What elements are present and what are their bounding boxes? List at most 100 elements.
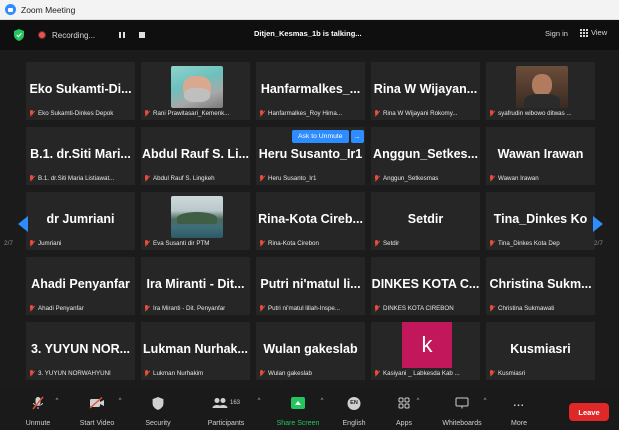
- participant-tile[interactable]: Tina_Dinkes Ko Tina_Dinkes Kota Dep: [485, 191, 596, 251]
- share-screen-label: Share Screen: [276, 420, 320, 427]
- muted-mic-icon: [144, 305, 150, 312]
- muted-mic-icon: [489, 305, 495, 312]
- meeting-controls: Unmute ^ Start Video ^ Security 163 Part…: [0, 386, 619, 430]
- participants-icon: 163: [212, 396, 240, 410]
- participant-name: Wawan Irawan: [498, 175, 539, 182]
- apps-label: Apps: [396, 420, 412, 427]
- recording-indicator: Recording...: [38, 27, 146, 43]
- more-button[interactable]: ... More: [500, 386, 538, 430]
- shield-icon: [152, 396, 164, 410]
- participant-video: [516, 66, 568, 108]
- participant-tile[interactable]: Setdir Setdir: [370, 191, 481, 251]
- participant-name: Rani Prawitasari_Kemenk...: [153, 110, 230, 117]
- participant-display-name: Eko Sukamti-Di...: [29, 82, 132, 96]
- mic-muted-icon: [32, 396, 44, 410]
- participant-display-name: Rina W Wijayan...: [373, 82, 478, 96]
- active-speaker-label: Ditjen_Kesmas_1b is talking...: [254, 29, 362, 38]
- security-shield-icon[interactable]: [14, 29, 24, 41]
- muted-mic-icon: [144, 110, 150, 117]
- participant-tile[interactable]: Lukman Nurhak... Lukman Nurhakim: [140, 321, 251, 381]
- view-label: View: [591, 28, 608, 37]
- participant-display-name: Tina_Dinkes Ko: [493, 212, 588, 226]
- muted-mic-icon: [374, 370, 380, 377]
- participant-tile[interactable]: B.1. dr.Siti Mari... B.1. dr.Siti Maria …: [25, 126, 136, 186]
- participant-name: Christina Sukmawati: [498, 305, 555, 312]
- page-indicator-left: 2/7: [4, 240, 14, 247]
- muted-mic-icon: [374, 110, 380, 117]
- muted-mic-icon: [144, 175, 150, 182]
- whiteboards-label: Whiteboards: [442, 420, 482, 427]
- participant-tile[interactable]: Wawan Irawan Wawan Irawan: [485, 126, 596, 186]
- participant-tile[interactable]: DINKES KOTA C... DINKES KOTA CIREBON: [370, 256, 481, 316]
- view-button[interactable]: View: [580, 28, 607, 37]
- language-icon: EN: [347, 396, 361, 410]
- participant-tile[interactable]: Abdul Rauf S. Li... Abdul Rauf S. Lingke…: [140, 126, 251, 186]
- security-button[interactable]: Security: [138, 386, 178, 430]
- participant-tile[interactable]: dr Jumriani Jumriani: [25, 191, 136, 251]
- chevron-up-icon: ^: [257, 398, 261, 404]
- muted-mic-icon: [29, 370, 35, 377]
- unmute-label: Unmute: [25, 420, 51, 427]
- muted-mic-icon: [374, 240, 380, 247]
- participant-name: Jumriani: [38, 240, 62, 247]
- avatar: k: [402, 322, 452, 368]
- chevron-right-icon: [593, 216, 603, 232]
- video-options-caret[interactable]: ^: [115, 386, 125, 430]
- participant-tile[interactable]: Ahadi Penyanfar Ahadi Penyanfar: [25, 256, 136, 316]
- participant-tile[interactable]: Rina W Wijayan... Rina W Wijayani Rokomy…: [370, 61, 481, 121]
- window-title: Zoom Meeting: [21, 4, 76, 15]
- participant-name: Rina W Wijayani Rokomy...: [383, 110, 458, 117]
- ask-to-unmute-button[interactable]: Ask to Unmute: [292, 130, 349, 143]
- previous-page-button[interactable]: [16, 204, 30, 244]
- participant-name: Eko Sukamti-Dinkes Depok: [38, 110, 114, 117]
- next-page-button[interactable]: [591, 204, 605, 244]
- participant-name: Heru Susanto_Ir1: [268, 175, 317, 182]
- recording-label: Recording...: [52, 30, 96, 40]
- participant-display-name: Putri ni'matul li...: [260, 277, 361, 291]
- muted-mic-icon: [489, 175, 495, 182]
- language-button[interactable]: EN English: [334, 386, 374, 430]
- stop-recording-icon[interactable]: [139, 32, 146, 38]
- participant-tile[interactable]: Rina-Kota Cireb... Rina-Kota Cirebon: [255, 191, 366, 251]
- participant-tile[interactable]: Putri ni'matul li... Putri ni'matul lill…: [255, 256, 366, 316]
- participant-name: Anggun_Setkesmas: [383, 175, 439, 182]
- leave-button[interactable]: Leave: [569, 403, 609, 421]
- muted-mic-icon: [374, 175, 380, 182]
- participant-display-name: Wulan gakeslab: [263, 342, 358, 356]
- participant-tile[interactable]: k Kasiyani _ Labkesda Kab ...: [370, 321, 481, 381]
- participants-button[interactable]: 163 Participants: [198, 386, 254, 430]
- participant-tile[interactable]: Wulan gakeslab Wulan gakeslab: [255, 321, 366, 381]
- participant-tile[interactable]: Kusmiasri Kusmiasri: [485, 321, 596, 381]
- record-dot-icon: [38, 31, 46, 39]
- participant-display-name: Setdir: [407, 212, 444, 226]
- participant-tile[interactable]: Ira Miranti - Dit... Ira Miranti - Dit. …: [140, 256, 251, 316]
- page-indicator-right: 2/7: [594, 240, 604, 247]
- muted-mic-icon: [259, 110, 265, 117]
- whiteboards-options-caret[interactable]: ^: [480, 386, 490, 430]
- participant-tile[interactable]: Anggun_Setkes... Anggun_Setkesmas: [370, 126, 481, 186]
- participant-tile[interactable]: Eko Sukamti-Di... Eko Sukamti-Dinkes Dep…: [25, 61, 136, 121]
- audio-options-caret[interactable]: ^: [52, 386, 62, 430]
- tile-hover-actions: Ask to Unmute ...: [292, 130, 364, 143]
- participant-video: [171, 66, 223, 108]
- participant-tile[interactable]: Rani Prawitasari_Kemenk...: [140, 61, 251, 121]
- participant-count: 163: [229, 400, 241, 406]
- muted-mic-icon: [144, 240, 150, 247]
- participant-tile[interactable]: syafrudin wibowo ditwas ...: [485, 61, 596, 121]
- apps-icon: [398, 396, 410, 410]
- participant-name: Wulan gakeslab: [268, 370, 312, 377]
- participant-tile[interactable]: Eva Susanti dir PTM: [140, 191, 251, 251]
- participant-tile[interactable]: 3. YUYUN NOR... 3. YUYUN NORWAHYUNI: [25, 321, 136, 381]
- participants-options-caret[interactable]: ^: [254, 386, 264, 430]
- tile-more-button[interactable]: ...: [350, 130, 364, 143]
- apps-options-caret[interactable]: ^: [413, 386, 423, 430]
- sign-in-link[interactable]: Sign in: [545, 29, 568, 38]
- share-options-caret[interactable]: ^: [317, 386, 327, 430]
- participant-tile[interactable]: Christina Sukm... Christina Sukmawati: [485, 256, 596, 316]
- pause-recording-icon[interactable]: [119, 32, 126, 38]
- participant-tile[interactable]: Hanfarmalkes_... Hanfarmalkes_Roy Hima..…: [255, 61, 366, 121]
- participant-name: Rina-Kota Cirebon: [268, 240, 319, 247]
- muted-mic-icon: [259, 370, 265, 377]
- participant-display-name: dr Jumriani: [46, 212, 115, 226]
- participant-display-name: Lukman Nurhak...: [143, 342, 248, 356]
